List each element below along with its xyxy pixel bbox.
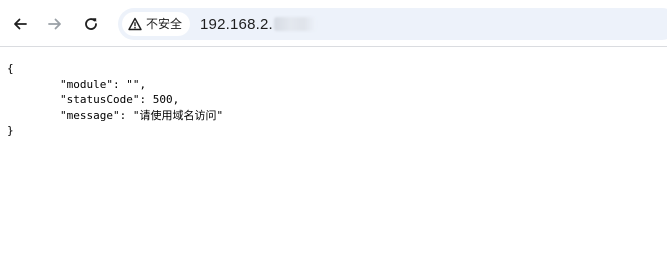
not-secure-label: 不安全 <box>146 17 183 31</box>
reload-button[interactable] <box>77 10 105 38</box>
arrow-left-icon <box>14 18 27 30</box>
warning-triangle-icon <box>128 17 142 31</box>
url-text: 192.168.2. <box>200 15 273 33</box>
url-display[interactable]: 192.168.2. <box>200 8 316 40</box>
json-line-status-code: "statusCode": 500, <box>7 93 180 106</box>
site-security-chip[interactable]: 不安全 <box>122 12 191 36</box>
reload-icon <box>85 18 97 30</box>
arrow-right-icon <box>48 18 61 30</box>
address-bar[interactable]: 不安全 192.168.2. <box>118 8 667 40</box>
json-line-message: "message": "请使用域名访问" <box>7 108 224 122</box>
forward-button[interactable] <box>41 10 69 38</box>
json-line-open-brace: { <box>7 62 14 75</box>
json-line-module: "module": "", <box>7 77 147 91</box>
json-line-close-brace: } <box>7 124 14 137</box>
back-button[interactable] <box>6 10 34 38</box>
browser-toolbar: 不安全 192.168.2. <box>0 0 667 47</box>
json-response-body: { "module": "", "statusCode": 500, "mess… <box>7 61 657 139</box>
redacted-url-part <box>273 17 316 31</box>
